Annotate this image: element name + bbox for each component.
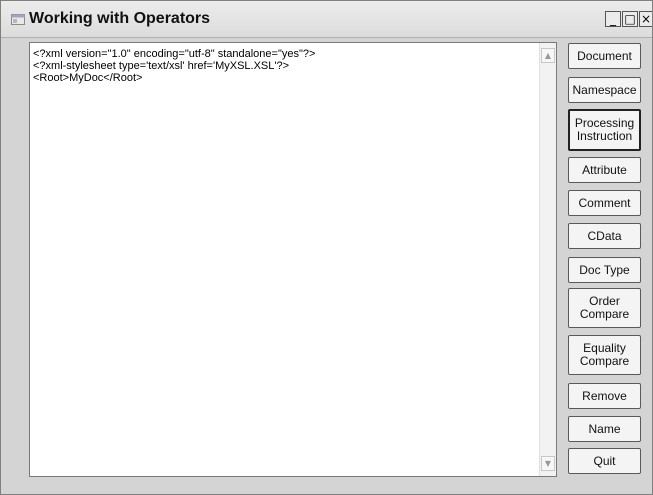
- scroll-up-button[interactable]: ▲: [541, 48, 555, 63]
- comment-button[interactable]: Comment: [568, 190, 641, 216]
- close-button[interactable]: ×: [639, 11, 652, 27]
- main-window: Working with Operators _ □ × <?xml versi…: [0, 0, 653, 495]
- arrow-up-icon: ▲: [544, 51, 552, 60]
- document-button[interactable]: Document: [568, 43, 641, 69]
- close-icon: ×: [640, 12, 652, 26]
- xml-line: <Root>MyDoc</Root>: [33, 72, 143, 84]
- xml-line: <?xml-stylesheet type='text/xsl' href='M…: [33, 60, 290, 72]
- attribute-button[interactable]: Attribute: [568, 157, 641, 183]
- maximize-icon: □: [624, 12, 636, 26]
- order-compare-button[interactable]: Order Compare: [568, 288, 641, 328]
- vertical-scrollbar[interactable]: ▲ ▼: [539, 43, 556, 476]
- xml-line: <?xml version="1.0" encoding="utf-8" sta…: [33, 48, 316, 60]
- minimize-button[interactable]: _: [605, 11, 621, 27]
- window-title: Working with Operators: [29, 10, 211, 27]
- maximize-button[interactable]: □: [622, 11, 638, 27]
- cdata-button[interactable]: CData: [568, 223, 641, 249]
- app-window-icon: [11, 14, 25, 25]
- title-bar[interactable]: Working with Operators _ □ ×: [1, 1, 652, 38]
- quit-button[interactable]: Quit: [568, 448, 641, 474]
- arrow-down-icon: ▼: [544, 459, 552, 468]
- remove-button[interactable]: Remove: [568, 383, 641, 409]
- xml-output-textbox[interactable]: <?xml version="1.0" encoding="utf-8" sta…: [29, 42, 557, 477]
- doc-type-button[interactable]: Doc Type: [568, 257, 641, 283]
- name-button[interactable]: Name: [568, 416, 641, 442]
- processing-instruction-button[interactable]: Processing Instruction: [568, 109, 641, 151]
- scroll-down-button[interactable]: ▼: [541, 456, 555, 471]
- namespace-button[interactable]: Namespace: [568, 77, 641, 103]
- equality-compare-button[interactable]: Equality Compare: [568, 335, 641, 375]
- xml-output-text: <?xml version="1.0" encoding="utf-8" sta…: [33, 48, 536, 84]
- minimize-icon: _: [610, 12, 616, 26]
